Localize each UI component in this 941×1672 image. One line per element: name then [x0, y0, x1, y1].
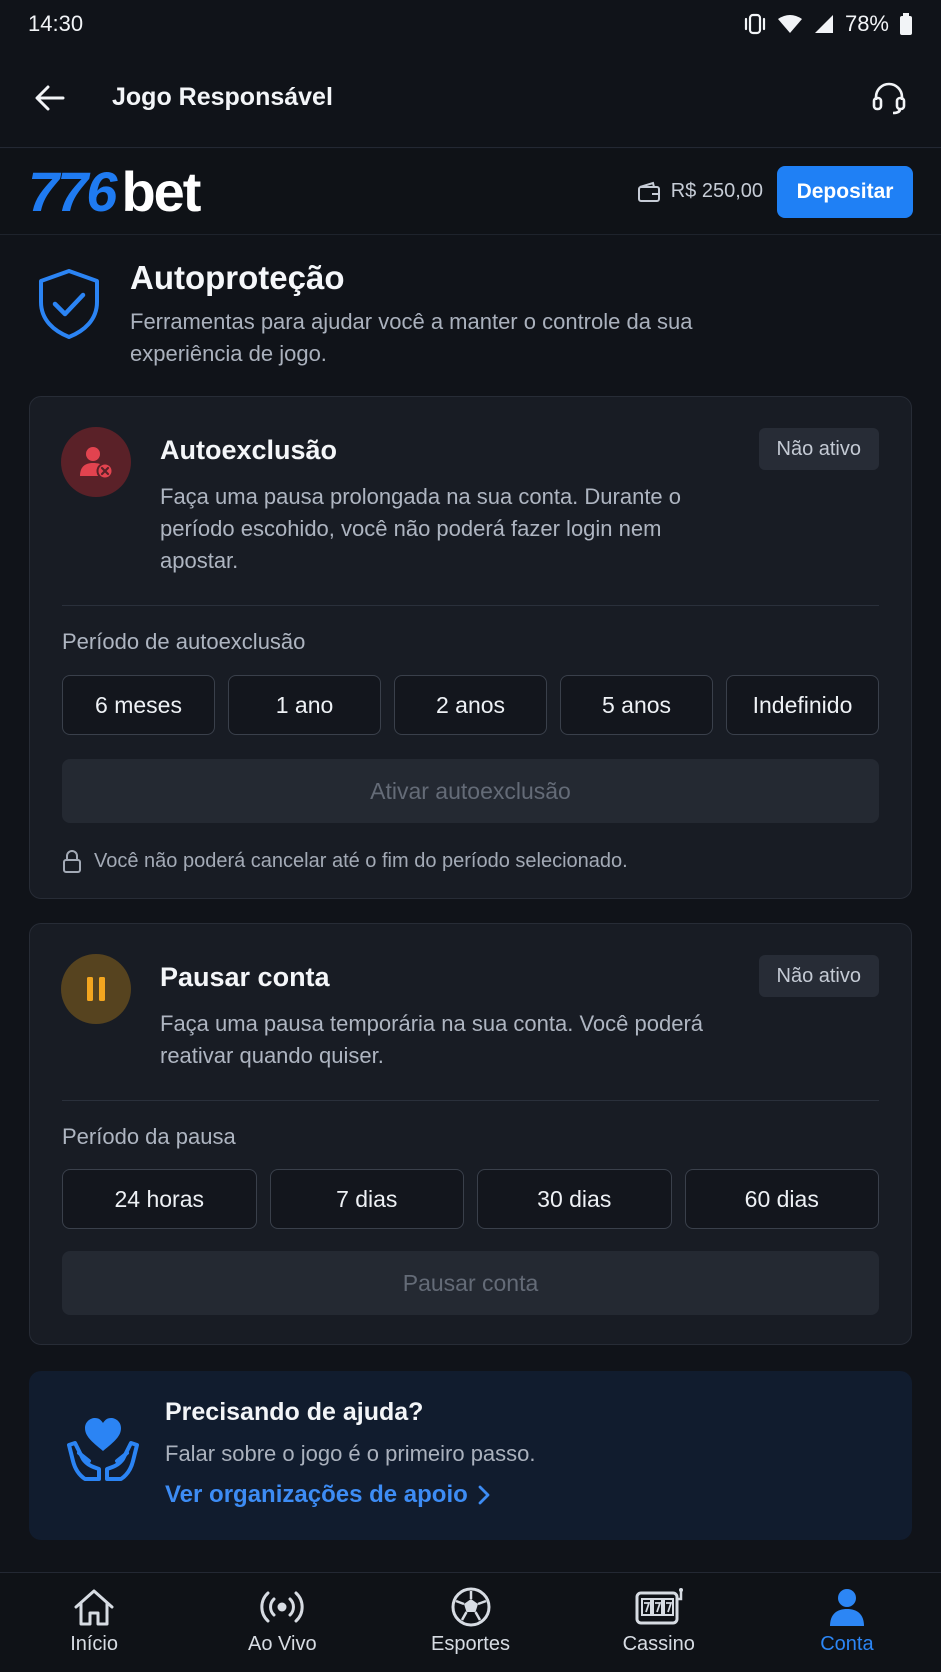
lock-icon [63, 850, 81, 873]
pause-account-description: Faça uma pausa temporária na sua conta. … [160, 1011, 704, 1068]
status-bar: 14:30 78% [0, 0, 941, 48]
soccer-ball-icon [451, 1587, 490, 1627]
nav-label-live: Ao Vivo [248, 1633, 317, 1655]
back-button[interactable] [32, 80, 68, 116]
pause-period-options: 24 horas 7 dias 30 dias 60 dias [62, 1169, 879, 1229]
status-time: 14:30 [28, 11, 84, 36]
logo-word: bet [121, 159, 201, 223]
wallet-balance[interactable]: R$ 250,00 [637, 180, 763, 203]
nav-item-live[interactable]: Ao Vivo [188, 1573, 376, 1672]
section-title: Autoproteção [130, 259, 345, 296]
section-description: Ferramentas para ajudar você a manter o … [130, 309, 693, 366]
nav-item-account[interactable]: Conta [753, 1573, 941, 1672]
help-card: Precisando de ajuda? Falar sobre o jogo … [29, 1371, 912, 1540]
pause-account-status-badge: Não ativo [758, 955, 879, 997]
user-icon [829, 1589, 864, 1626]
pause-option-30-days[interactable]: 30 dias [477, 1169, 672, 1229]
pause-option-24-hours[interactable]: 24 horas [62, 1169, 257, 1229]
self-exclusion-title: Autoexclusão [160, 435, 338, 465]
self-protection-header: Autoproteção Ferramentas para ajudar voc… [36, 258, 906, 370]
slot-machine-icon [635, 1588, 683, 1625]
period-option-5-years[interactable]: 5 anos [560, 675, 713, 735]
help-title: Precisando de ajuda? [165, 1398, 424, 1426]
self-exclusion-description: Faça uma pausa prolongada na sua conta. … [160, 484, 682, 573]
brand-logo[interactable]: 776 bet [28, 159, 201, 223]
period-option-indefinite[interactable]: Indefinido [726, 675, 879, 735]
pause-icon-badge [61, 954, 131, 1024]
self-exclusion-card: Autoexclusão Não ativo Faça uma pausa pr… [29, 396, 912, 899]
help-description: Falar sobre o jogo é o primeiro passo. [165, 1441, 536, 1466]
heart-hands-icon [67, 1418, 139, 1481]
self-exclusion-status-badge: Não ativo [758, 428, 879, 470]
nav-label-account: Conta [820, 1633, 874, 1655]
period-option-2-years[interactable]: 2 anos [394, 675, 547, 735]
deposit-button[interactable]: Depositar [777, 165, 913, 218]
self-exclusion-note: Você não poderá cancelar até o fim do pe… [62, 849, 628, 873]
self-exclusion-period-options: 6 meses 1 ano 2 anos 5 anos Indefinido [62, 675, 879, 735]
battery-icon [900, 13, 912, 35]
page-title: Jogo Responsável [112, 83, 333, 111]
self-exclusion-note-text: Você não poderá cancelar até o fim do pe… [94, 849, 628, 872]
user-block-icon [80, 447, 114, 480]
wallet-icon [637, 181, 660, 202]
logo-number: 776 [28, 159, 117, 223]
vibrate-icon [744, 13, 766, 35]
nav-label-home: Início [70, 1633, 118, 1655]
nav-item-sports[interactable]: Esportes [376, 1573, 564, 1672]
headset-icon [872, 82, 906, 114]
balance-amount: R$ 250,00 [670, 180, 763, 202]
live-broadcast-icon [260, 1591, 304, 1623]
pause-account-card: Pausar conta Não ativo Faça uma pausa te… [29, 923, 912, 1345]
pause-account-button[interactable]: Pausar conta [62, 1251, 879, 1315]
activate-self-exclusion-button[interactable]: Ativar autoexclusão [62, 759, 879, 823]
card-divider [62, 605, 879, 606]
pause-account-title: Pausar conta [160, 962, 330, 992]
wifi-icon [777, 15, 802, 33]
arrow-left-icon [35, 85, 65, 110]
pause-period-label: Período da pausa [62, 1124, 236, 1149]
brand-bar: 776 bet R$ 250,00 Depositar [0, 149, 941, 235]
nav-label-casino: Cassino [622, 1633, 695, 1655]
nav-item-casino[interactable]: Cassino [565, 1573, 753, 1672]
home-icon [74, 1589, 114, 1626]
battery-percent: 78% [844, 11, 889, 36]
signal-icon [814, 15, 833, 33]
status-icons: 78% [743, 11, 913, 37]
pause-option-60-days[interactable]: 60 dias [684, 1169, 879, 1229]
period-option-1-year[interactable]: 1 ano [228, 675, 381, 735]
pause-icon [87, 977, 105, 1001]
card-divider [62, 1100, 879, 1101]
nav-label-sports: Esportes [431, 1633, 510, 1655]
pause-option-7-days[interactable]: 7 dias [269, 1169, 464, 1229]
period-option-6-months[interactable]: 6 meses [62, 675, 215, 735]
bottom-navigation: Início Ao Vivo Esportes Cassino Conta [0, 1572, 941, 1672]
support-organizations-link[interactable]: Ver organizações de apoio [165, 1481, 490, 1509]
nav-item-home[interactable]: Início [0, 1573, 188, 1672]
chevron-right-icon [478, 1485, 490, 1505]
support-organizations-link-label: Ver organizações de apoio [165, 1481, 468, 1508]
shield-check-icon [39, 269, 99, 339]
self-exclusion-icon-badge [61, 427, 131, 497]
app-header: Jogo Responsável [0, 48, 941, 148]
support-button[interactable] [869, 78, 909, 118]
self-exclusion-period-label: Período de autoexclusão [62, 629, 306, 654]
